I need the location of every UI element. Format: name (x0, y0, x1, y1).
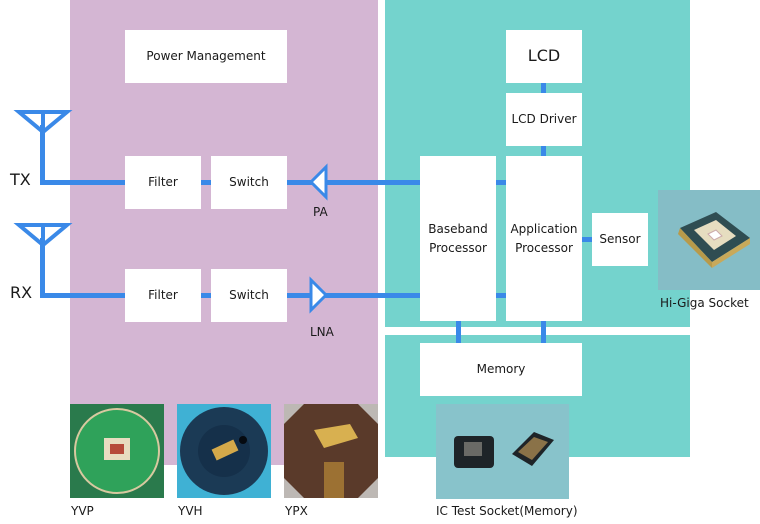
lna-label: LNA (310, 325, 334, 339)
rx-switch-block: Switch (211, 269, 287, 322)
tx-filter-block: Filter (125, 156, 201, 209)
application-processor-block: Application Processor (506, 156, 582, 321)
ypx-label: YPX (285, 504, 308, 518)
lcd-driver-label: LCD Driver (511, 112, 577, 127)
yvp-label: YVP (71, 504, 94, 518)
sensor-block: Sensor (592, 213, 648, 266)
bb-ap-link-top (496, 180, 506, 185)
tx-antenna-icon (13, 110, 73, 135)
memory-label: Memory (476, 362, 526, 377)
rx-switch-label: Switch (229, 288, 269, 303)
rx-label: RX (10, 283, 33, 302)
baseband-processor-block: Baseband Processor (420, 156, 496, 321)
yvh-photo (177, 404, 271, 498)
lcd-driver-block: LCD Driver (506, 93, 582, 146)
hi-giga-socket-label: Hi-Giga Socket (660, 296, 749, 310)
sensor-label: Sensor (599, 232, 641, 247)
lcd-block: LCD (506, 30, 582, 83)
tx-switch-block: Switch (211, 156, 287, 209)
ap-sensor-link (582, 237, 592, 242)
baseband-label-line2: Processor (429, 240, 487, 255)
ic-test-socket-label: IC Test Socket(Memory) (436, 504, 578, 518)
ic-test-socket-photo (436, 404, 569, 499)
application-label-line1: Application (510, 221, 578, 236)
lna-amplifier-icon (309, 276, 329, 314)
ap-memory-link (541, 321, 546, 344)
ypx-photo (284, 404, 378, 498)
power-management-label: Power Management (146, 49, 266, 64)
tx-label: TX (10, 170, 31, 189)
tx-switch-label: Switch (229, 175, 269, 190)
driver-ap-link (541, 145, 546, 156)
power-management-block: Power Management (125, 30, 287, 83)
yvh-label: YVH (178, 504, 203, 518)
rx-filter-label: Filter (148, 288, 178, 303)
tx-filter-label: Filter (148, 175, 178, 190)
bb-ap-link-bottom (496, 293, 506, 298)
bb-memory-link (456, 321, 461, 344)
hi-giga-socket-photo (658, 190, 760, 290)
memory-block: Memory (420, 343, 582, 396)
pa-label: PA (313, 205, 328, 219)
rx-antenna-icon (13, 223, 73, 248)
rx-filter-block: Filter (125, 269, 201, 322)
lcd-label: LCD (527, 46, 561, 66)
yvp-photo (70, 404, 164, 498)
application-label-line2: Processor (515, 240, 573, 255)
pa-amplifier-icon (308, 163, 328, 201)
baseband-label-line1: Baseband (428, 221, 488, 236)
